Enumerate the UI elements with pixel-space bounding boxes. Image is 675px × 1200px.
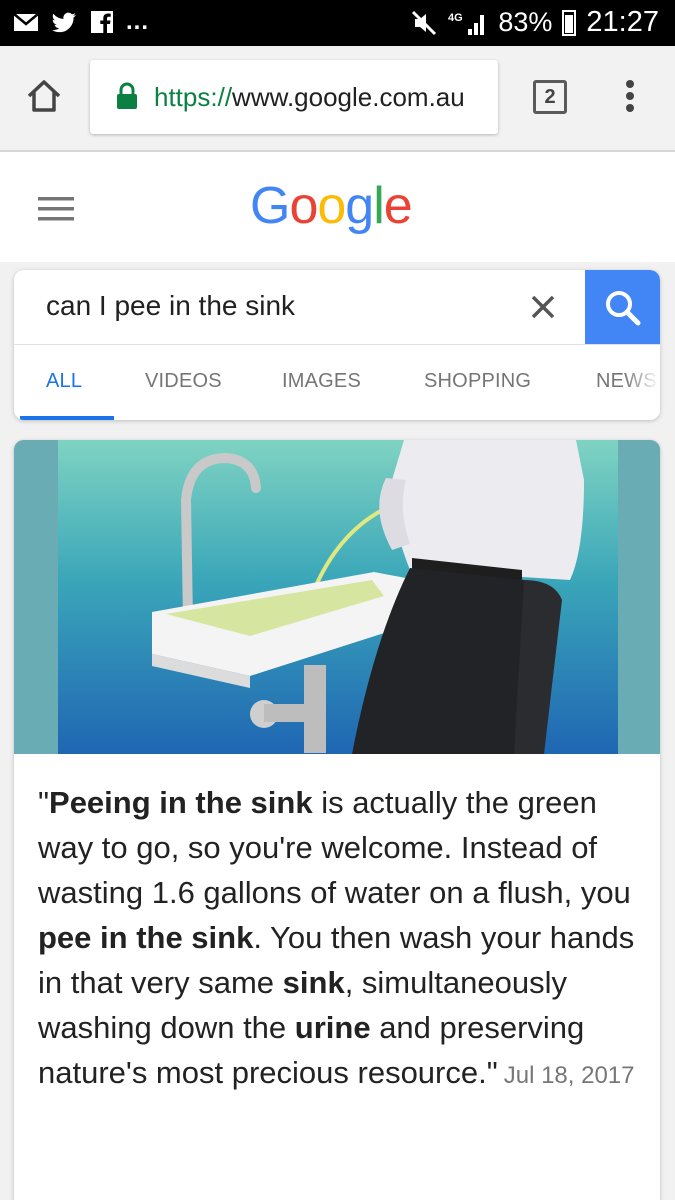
logo-letter: o	[289, 177, 318, 235]
snippet-highlight: sink	[282, 965, 345, 1000]
web-page: Google can I pee in the sink ALL VIDEOS …	[0, 152, 675, 1200]
url-scheme: https://	[154, 82, 233, 112]
search-input[interactable]: can I pee in the sink	[46, 290, 295, 322]
google-header: Google	[0, 152, 675, 262]
home-icon[interactable]	[24, 76, 64, 116]
active-tab-indicator	[20, 416, 114, 420]
snippet-highlight: Peeing in the sink	[49, 785, 313, 820]
search-divider	[14, 344, 660, 345]
hamburger-menu-icon[interactable]	[38, 196, 74, 222]
featured-snippet-text: "Peeing in the sink is actually the gree…	[38, 780, 638, 1098]
search-button[interactable]	[585, 270, 660, 344]
search-icon	[606, 291, 641, 326]
battery-percentage: 83%	[498, 7, 553, 37]
tab-images[interactable]: IMAGES	[282, 370, 361, 393]
mail-icon	[13, 13, 39, 31]
system-status: 4G 83% 21:27	[410, 6, 659, 39]
featured-snippet-card[interactable]: "Peeing in the sink is actually the gree…	[14, 440, 660, 1200]
featured-snippet-image[interactable]	[14, 440, 660, 754]
url-text: https://www.google.com.au	[154, 82, 465, 113]
battery-icon	[562, 9, 577, 36]
tab-videos[interactable]: VIDEOS	[145, 370, 222, 393]
snippet-body: "Peeing in the sink is actually the gree…	[38, 785, 634, 1090]
clock: 21:27	[586, 6, 659, 38]
clear-search-icon[interactable]	[528, 292, 558, 322]
more-notifications-indicator: ...	[126, 8, 150, 35]
snippet-text: "	[38, 785, 50, 820]
notification-icons: ...	[12, 8, 149, 36]
snippet-highlight: pee in the sink	[38, 920, 254, 955]
tab-switcher-button[interactable]: 2	[533, 80, 567, 114]
facebook-icon	[91, 11, 113, 33]
logo-letter: g	[345, 177, 374, 235]
logo-letter: o	[317, 177, 346, 235]
status-bar: ... 4G 83% 21:27	[0, 0, 675, 46]
tabs-fade-overlay	[624, 346, 660, 416]
browser-toolbar: https://www.google.com.au 2	[0, 46, 675, 152]
snippet-highlight: urine	[294, 1010, 371, 1045]
logo-letter: e	[383, 177, 413, 235]
search-box-card: can I pee in the sink ALL VIDEOS IMAGES …	[14, 270, 660, 420]
signal-4g-icon: 4G	[448, 12, 485, 35]
tab-shopping[interactable]: SHOPPING	[424, 370, 531, 393]
overflow-menu-icon[interactable]	[618, 76, 642, 116]
lock-icon	[117, 82, 137, 109]
google-logo[interactable]: Google	[250, 176, 413, 236]
logo-letter: l	[373, 177, 385, 235]
twitter-icon	[52, 12, 76, 33]
network-type-label: 4G	[448, 12, 463, 24]
mute-icon	[412, 10, 437, 35]
snippet-date: Jul 18, 2017	[503, 1062, 635, 1089]
logo-letter: G	[250, 177, 290, 235]
address-bar[interactable]: https://www.google.com.au	[90, 60, 498, 134]
url-host: www.google.com.au	[232, 82, 465, 112]
tab-all[interactable]: ALL	[46, 370, 82, 393]
